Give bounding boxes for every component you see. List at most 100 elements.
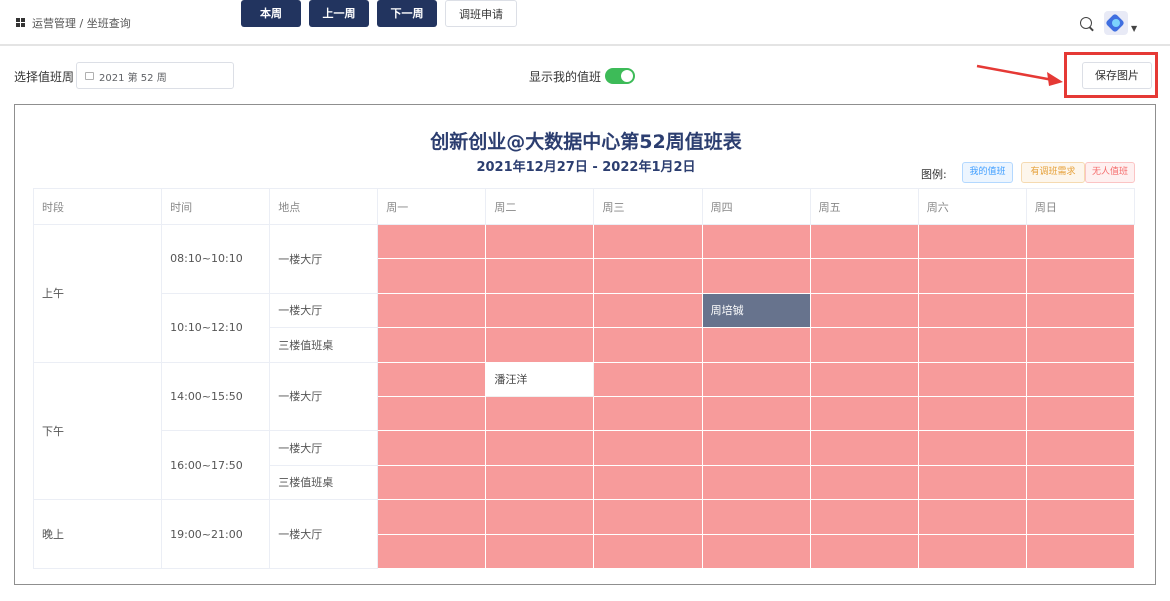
duty-cell[interactable] — [1025, 533, 1136, 569]
schedule-title: 创新创业@大数据中心第52周值班表 — [430, 131, 742, 153]
header-cell: 周二 — [485, 188, 595, 225]
duty-cell[interactable] — [377, 292, 487, 329]
duty-cell[interactable] — [485, 292, 595, 329]
duty-cell[interactable] — [1025, 258, 1136, 294]
duty-cell[interactable] — [593, 533, 703, 569]
duty-cell[interactable] — [485, 430, 595, 466]
search-icon[interactable] — [1080, 17, 1092, 29]
duty-cell[interactable] — [809, 361, 919, 397]
duty-cell[interactable] — [701, 223, 811, 260]
duty-cell[interactable] — [917, 533, 1027, 569]
duty-cell[interactable] — [593, 327, 703, 363]
save-image-button[interactable]: 保存图片 — [1082, 62, 1152, 89]
duty-cell[interactable] — [593, 395, 703, 432]
place-cell: 三楼值班桌 — [269, 327, 379, 363]
duty-cell[interactable] — [1025, 430, 1136, 466]
legend-swap-needed: 有调班需求 — [1021, 162, 1085, 183]
duty-cell[interactable] — [809, 430, 919, 466]
duty-cell[interactable] — [593, 464, 703, 501]
duty-cell[interactable] — [809, 292, 919, 329]
duty-cell[interactable] — [809, 533, 919, 569]
duty-cell[interactable] — [917, 361, 1027, 397]
duty-cell[interactable] — [1025, 223, 1136, 260]
user-avatar[interactable] — [1104, 11, 1128, 35]
duty-cell[interactable] — [377, 395, 487, 432]
duty-cell-assigned[interactable]: 潘汪洋 — [485, 361, 595, 397]
header-cell: 周五 — [809, 188, 919, 225]
duty-cell[interactable] — [593, 292, 703, 329]
duty-cell[interactable] — [917, 464, 1027, 501]
duty-cell[interactable] — [809, 258, 919, 294]
grid-icon[interactable] — [16, 18, 25, 27]
duty-cell[interactable] — [917, 327, 1027, 363]
duty-cell[interactable] — [701, 395, 811, 432]
duty-cell[interactable] — [377, 258, 487, 294]
duty-cell[interactable] — [701, 464, 811, 501]
duty-cell[interactable] — [593, 223, 703, 260]
duty-cell[interactable] — [593, 258, 703, 294]
duty-cell[interactable] — [917, 430, 1027, 466]
place-cell: 一楼大厅 — [269, 361, 379, 432]
duty-cell[interactable] — [1025, 499, 1136, 535]
duty-cell[interactable] — [701, 361, 811, 397]
duty-cell[interactable] — [377, 223, 487, 260]
duty-cell[interactable] — [485, 533, 595, 569]
duty-cell[interactable] — [1025, 361, 1136, 397]
header-cell: 时段 — [32, 188, 163, 225]
next-week-button[interactable]: 下一周 — [377, 0, 437, 27]
duty-cell[interactable] — [377, 499, 487, 535]
duty-cell[interactable] — [917, 499, 1027, 535]
duty-cell[interactable] — [485, 499, 595, 535]
duty-cell[interactable] — [809, 464, 919, 501]
duty-cell[interactable] — [701, 430, 811, 466]
duty-cell[interactable] — [809, 395, 919, 432]
duty-cell[interactable] — [701, 533, 811, 569]
duty-cell[interactable] — [917, 395, 1027, 432]
duty-cell[interactable] — [1025, 292, 1136, 329]
duty-cell[interactable] — [701, 327, 811, 363]
duty-cell[interactable] — [377, 430, 487, 466]
place-cell: 一楼大厅 — [269, 292, 379, 329]
duty-cell[interactable] — [593, 361, 703, 397]
duty-cell-mine[interactable]: 周培铖 — [701, 292, 811, 329]
prev-week-button[interactable]: 上一周 — [309, 0, 369, 27]
duty-cell[interactable] — [377, 533, 487, 569]
duty-cell[interactable] — [1025, 395, 1136, 432]
duty-cell[interactable] — [1025, 464, 1136, 501]
this-week-button[interactable]: 本周 — [241, 0, 301, 27]
duty-cell[interactable] — [593, 430, 703, 466]
time-cell: 19:00~21:00 — [161, 499, 271, 569]
chevron-down-icon[interactable]: ▼ — [1131, 24, 1137, 33]
top-bar: 运营管理 / 坐班查询 ▼ — [0, 0, 1170, 46]
swap-request-button[interactable]: 调班申请 — [445, 0, 517, 27]
place-cell: 一楼大厅 — [269, 430, 379, 466]
period-cell: 下午 — [32, 361, 163, 501]
duty-cell[interactable] — [809, 223, 919, 260]
table-header-row: 时段 时间 地点 周一 周二 周三 周四 周五 周六 周日 — [32, 188, 1136, 225]
place-cell: 一楼大厅 — [269, 224, 379, 294]
duty-cell[interactable] — [485, 464, 595, 501]
place-cell: 三楼值班桌 — [269, 464, 379, 501]
show-my-duty-toggle[interactable] — [605, 68, 635, 84]
duty-cell[interactable] — [485, 258, 595, 294]
duty-cell[interactable] — [377, 464, 487, 501]
duty-cell[interactable] — [809, 327, 919, 363]
duty-cell[interactable] — [917, 258, 1027, 294]
duty-cell[interactable] — [593, 499, 703, 535]
duty-cell[interactable] — [1025, 327, 1136, 363]
duty-cell[interactable] — [485, 395, 595, 432]
duty-cell[interactable] — [377, 361, 487, 397]
calendar-icon — [85, 72, 94, 80]
duty-cell[interactable] — [917, 292, 1027, 329]
duty-cell[interactable] — [701, 499, 811, 535]
duty-cell[interactable] — [485, 327, 595, 363]
duty-cell[interactable] — [701, 258, 811, 294]
table-row: 16:00~17:50 一楼大厅 — [34, 430, 1136, 501]
breadcrumb: 运营管理 / 坐班查询 — [32, 17, 131, 30]
duty-cell[interactable] — [485, 223, 595, 260]
duty-cell[interactable] — [377, 327, 487, 363]
duty-cell[interactable] — [809, 499, 919, 535]
duty-cell[interactable] — [917, 223, 1027, 260]
week-picker-input[interactable]: 2021 第 52 周 — [76, 62, 234, 89]
header-cell: 地点 — [269, 188, 379, 225]
